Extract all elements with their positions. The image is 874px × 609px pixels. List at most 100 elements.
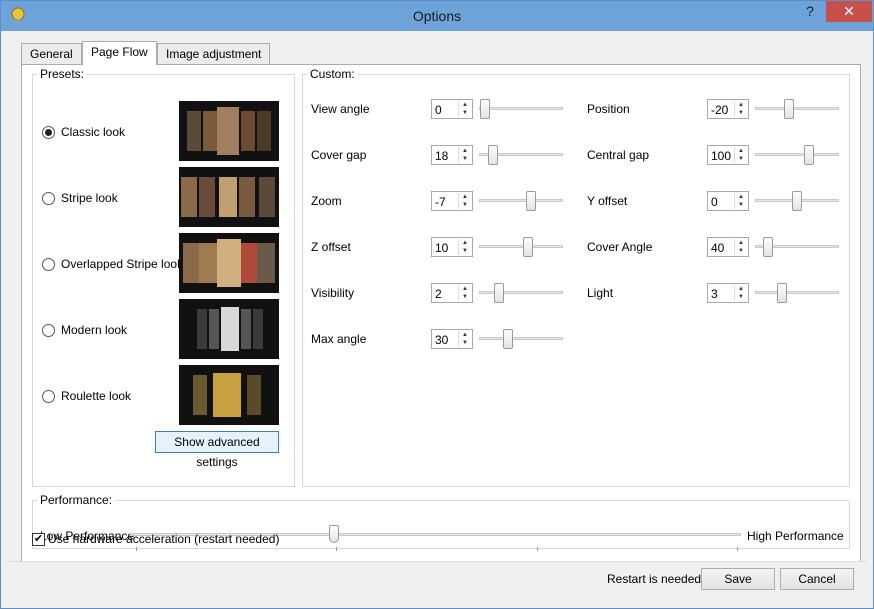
preset-roulette[interactable]: Roulette look xyxy=(42,386,131,406)
spin-arrows-icon[interactable]: ▲ ▼ xyxy=(458,147,471,163)
central-gap-value: 100 xyxy=(711,149,732,163)
position-spinbox[interactable]: -20 ▲ ▼ xyxy=(707,99,749,119)
preset-roulette-label: Roulette look xyxy=(61,389,132,403)
radio-stripe[interactable] xyxy=(42,191,55,205)
max-angle-value: 30 xyxy=(435,333,449,347)
visibility-value: 2 xyxy=(435,287,442,301)
title-bar[interactable]: Options ? ✕ xyxy=(1,1,873,31)
preset-stripe[interactable]: Stripe look xyxy=(42,188,118,208)
z-offset-slider[interactable] xyxy=(479,237,563,257)
preset-overlapped-stripe[interactable]: Overlapped Stripe look xyxy=(42,254,183,274)
light-value: 3 xyxy=(711,287,718,301)
tick-mark xyxy=(537,547,538,551)
slider-handle[interactable] xyxy=(804,145,814,165)
visibility-label: Visibility xyxy=(311,286,355,300)
hw-accel-checkbox[interactable]: ✔ xyxy=(32,533,45,546)
spin-arrows-icon[interactable]: ▲ ▼ xyxy=(458,101,471,117)
radio-modern[interactable] xyxy=(42,323,55,337)
light-label: Light xyxy=(587,286,614,300)
save-button[interactable]: Save xyxy=(701,568,775,590)
light-spinbox[interactable]: 3 ▲ ▼ xyxy=(707,283,749,303)
y-offset-label: Y offset xyxy=(587,194,628,208)
spin-arrows-icon[interactable]: ▲ ▼ xyxy=(458,285,471,301)
tab-page-flow[interactable]: Page Flow xyxy=(82,41,157,65)
slider-handle[interactable] xyxy=(763,237,773,257)
radio-overlapped-stripe[interactable] xyxy=(42,257,55,271)
cover-angle-slider[interactable] xyxy=(755,237,839,257)
central-gap-spinbox[interactable]: 100 ▲ ▼ xyxy=(707,145,749,165)
slider-handle[interactable] xyxy=(329,525,339,543)
preset-classic-preview xyxy=(179,101,279,161)
slider-handle[interactable] xyxy=(523,237,533,257)
zoom-slider[interactable] xyxy=(479,191,563,211)
presets-group: Presets: Classic look Stripe look Overla… xyxy=(32,67,295,487)
y-offset-slider[interactable] xyxy=(755,191,839,211)
spin-arrows-icon[interactable]: ▲ ▼ xyxy=(734,193,747,209)
tick-mark xyxy=(737,547,738,551)
spin-arrows-icon[interactable]: ▲ ▼ xyxy=(458,239,471,255)
cancel-button[interactable]: Cancel xyxy=(780,568,854,590)
close-button[interactable]: ✕ xyxy=(826,1,872,22)
cover-angle-value: 40 xyxy=(711,241,725,255)
max-angle-slider[interactable] xyxy=(479,329,563,349)
view-angle-slider[interactable] xyxy=(479,99,563,119)
help-button[interactable]: ? xyxy=(797,3,823,23)
spin-arrows-icon[interactable]: ▲ ▼ xyxy=(734,101,747,117)
position-slider[interactable] xyxy=(755,99,839,119)
central-gap-slider[interactable] xyxy=(755,145,839,165)
light-slider[interactable] xyxy=(755,283,839,303)
spin-arrows-icon[interactable]: ▲ ▼ xyxy=(734,285,747,301)
visibility-slider[interactable] xyxy=(479,283,563,303)
tab-image-adjustment[interactable]: Image adjustment xyxy=(157,43,271,64)
page-flow-panel: Presets: Classic look Stripe look Overla… xyxy=(21,64,861,562)
restart-needed-status: Restart is needed xyxy=(607,572,702,586)
preset-modern-label: Modern look xyxy=(61,323,128,337)
slider-handle[interactable] xyxy=(488,145,498,165)
slider-handle[interactable] xyxy=(494,283,504,303)
slider-handle[interactable] xyxy=(784,99,794,119)
z-offset-spinbox[interactable]: 10 ▲ ▼ xyxy=(431,237,473,257)
custom-group: Custom: View angle 0 ▲ ▼ Cover gap 18 ▲ ▼ Zo… xyxy=(302,67,850,487)
hw-accel-label: Use hardware acceleration (restart neede… xyxy=(48,532,280,546)
show-advanced-settings-button[interactable]: Show advanced settings xyxy=(155,431,279,469)
cover-gap-spinbox[interactable]: 18 ▲ ▼ xyxy=(431,145,473,165)
spin-arrows-icon[interactable]: ▲ ▼ xyxy=(458,193,471,209)
slider-handle[interactable] xyxy=(480,99,490,119)
central-gap-label: Central gap xyxy=(587,148,650,162)
performance-legend: Performance: xyxy=(40,493,113,507)
spin-arrows-icon[interactable]: ▲ ▼ xyxy=(734,147,747,163)
position-label: Position xyxy=(587,102,630,116)
cover-gap-slider[interactable] xyxy=(479,145,563,165)
position-value: -20 xyxy=(711,103,729,117)
slider-handle[interactable] xyxy=(503,329,513,349)
client-area: General Page Flow Image adjustment Prese… xyxy=(7,31,867,603)
slider-handle[interactable] xyxy=(792,191,802,211)
max-angle-spinbox[interactable]: 30 ▲ ▼ xyxy=(431,329,473,349)
cover-angle-label: Cover Angle xyxy=(587,240,653,254)
spin-arrows-icon[interactable]: ▲ ▼ xyxy=(458,331,471,347)
tab-general[interactable]: General xyxy=(21,43,82,64)
zoom-spinbox[interactable]: -7 ▲ ▼ xyxy=(431,191,473,211)
y-offset-spinbox[interactable]: 0 ▲ ▼ xyxy=(707,191,749,211)
view-angle-spinbox[interactable]: 0 ▲ ▼ xyxy=(431,99,473,119)
zoom-label: Zoom xyxy=(311,194,342,208)
slider-handle[interactable] xyxy=(526,191,536,211)
window-title: Options xyxy=(412,8,462,24)
visibility-spinbox[interactable]: 2 ▲ ▼ xyxy=(431,283,473,303)
tick-mark xyxy=(336,547,337,551)
radio-classic[interactable] xyxy=(42,125,55,139)
spin-arrows-icon[interactable]: ▲ ▼ xyxy=(734,239,747,255)
preset-modern[interactable]: Modern look xyxy=(42,320,127,340)
preset-classic[interactable]: Classic look xyxy=(42,122,125,142)
preset-classic-label: Classic look xyxy=(61,125,126,139)
cover-angle-spinbox[interactable]: 40 ▲ ▼ xyxy=(707,237,749,257)
cover-gap-value: 18 xyxy=(435,149,449,163)
divider xyxy=(7,561,867,562)
slider-handle[interactable] xyxy=(777,283,787,303)
preset-overlapped-stripe-preview xyxy=(179,233,279,293)
radio-roulette[interactable] xyxy=(42,389,55,403)
view-angle-label: View angle xyxy=(311,102,370,116)
z-offset-label: Z offset xyxy=(311,240,351,254)
cover-gap-label: Cover gap xyxy=(311,148,367,162)
tick-mark xyxy=(136,547,137,551)
